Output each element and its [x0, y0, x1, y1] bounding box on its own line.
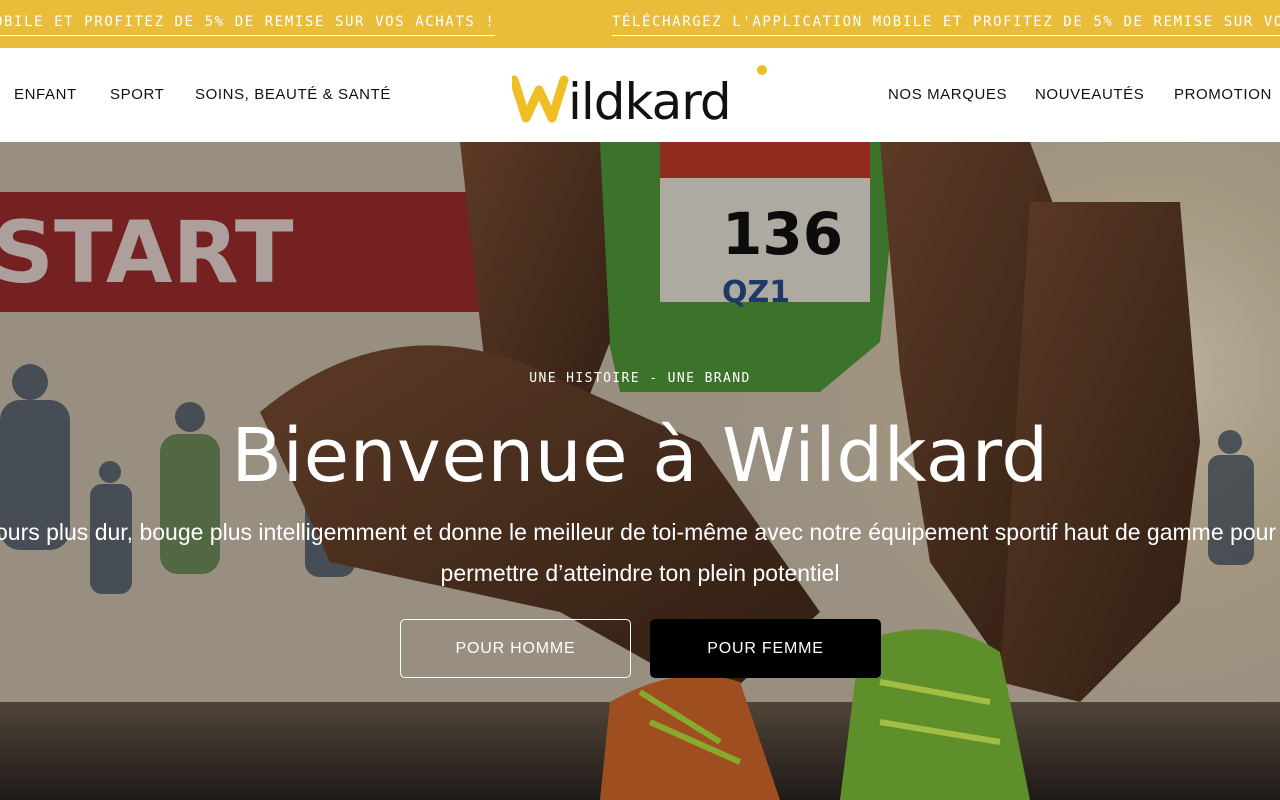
- nav-item-sport[interactable]: SPORT: [110, 86, 164, 103]
- wildkard-logo[interactable]: ildkard: [509, 64, 772, 131]
- site-header: ENFANT SPORT SOINS, BEAUTÉ & SANTÉ ildka…: [0, 48, 1280, 142]
- pour-femme-button[interactable]: POUR FEMME: [650, 619, 881, 678]
- nav-item-enfant[interactable]: ENFANT: [14, 86, 77, 103]
- hero-subtitle-line1: Cours plus dur, bouge plus intelligemmen…: [0, 519, 1280, 545]
- hero-eyebrow: UNE HISTOIRE - UNE BRAND: [529, 371, 751, 386]
- pour-homme-button[interactable]: POUR HOMME: [400, 619, 631, 678]
- hero-subtitle: Cours plus dur, bouge plus intelligemmen…: [0, 512, 1280, 594]
- announcement-message[interactable]: OBILE ET PROFITEZ DE 5% DE REMISE SUR VO…: [0, 14, 496, 36]
- announcement-message[interactable]: TÉLÉCHARGEZ L'APPLICATION MOBILE ET PROF…: [612, 14, 1280, 36]
- nav-item-promotion[interactable]: PROMOTION: [1174, 86, 1272, 103]
- nav-item-nos-marques[interactable]: NOS MARQUES: [888, 86, 1007, 103]
- announcement-bar: OBILE ET PROFITEZ DE 5% DE REMISE SUR VO…: [0, 0, 1280, 48]
- nav-item-soins-beaute-sante[interactable]: SOINS, BEAUTÉ & SANTÉ: [195, 86, 391, 103]
- hero-subtitle-line2: permettre d’atteindre ton plein potentie…: [440, 560, 840, 586]
- hero-title: Bienvenue à Wildkard: [231, 413, 1049, 499]
- nav-item-nouveautes[interactable]: NOUVEAUTÉS: [1035, 86, 1144, 103]
- logo-wordmark: ildkard: [568, 73, 731, 128]
- hero-section: START 136 QZ1 UNE HISTOIRE - UNE BRAND B…: [0, 142, 1280, 800]
